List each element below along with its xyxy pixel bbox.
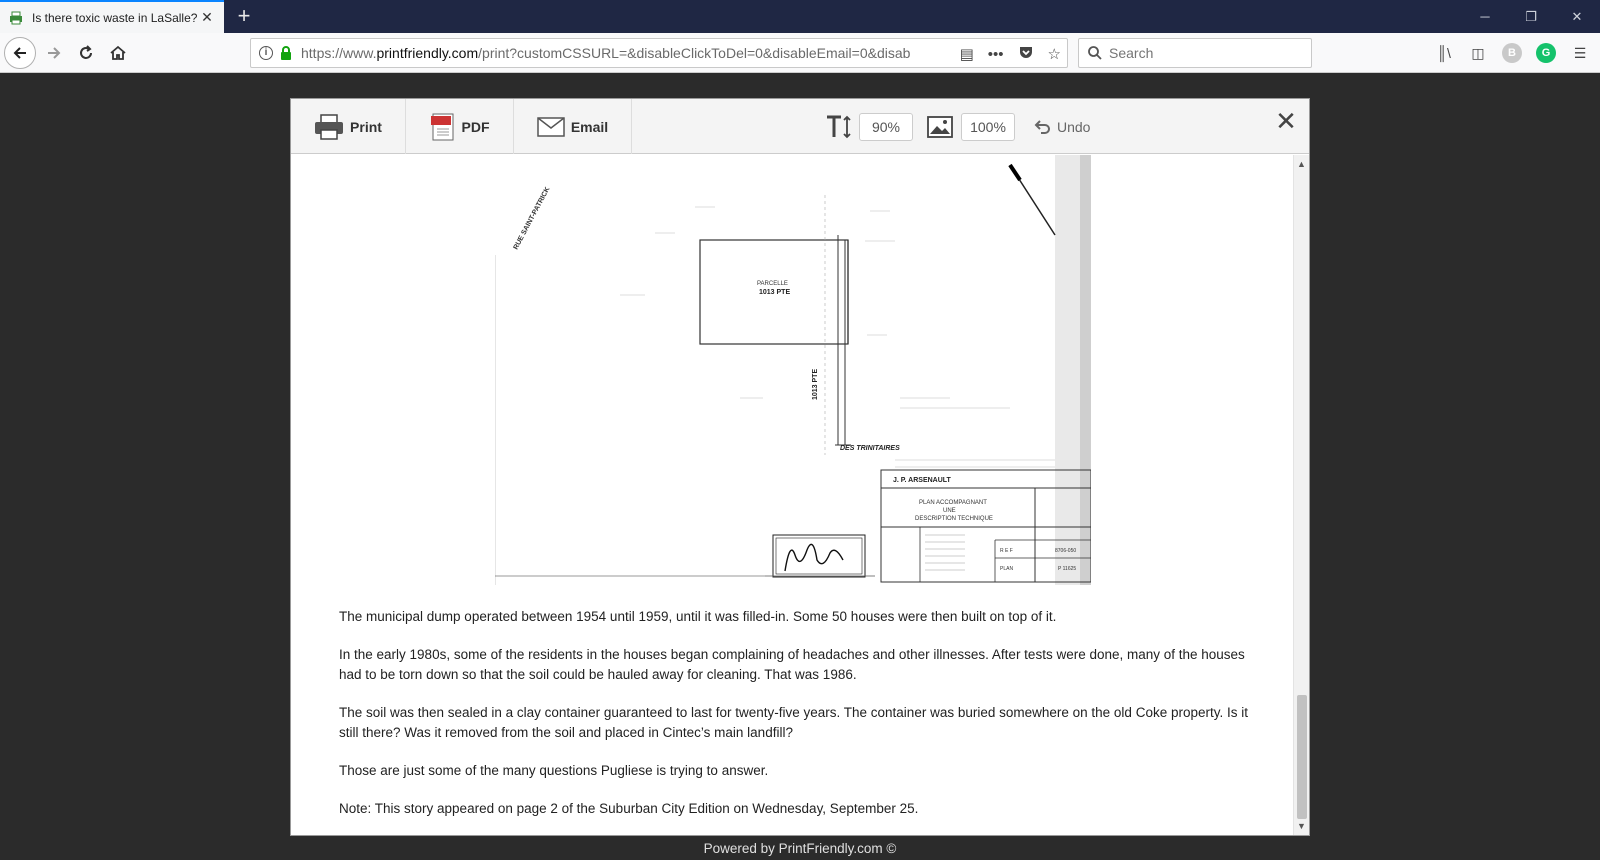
- paragraph: In the early 1980s, some of the resident…: [339, 647, 1245, 682]
- printer-icon: [315, 113, 344, 140]
- restore-icon[interactable]: ❐: [1508, 0, 1554, 33]
- back-arrow-icon: [13, 47, 26, 59]
- back-button[interactable]: [4, 37, 36, 69]
- parcel-f-lot: 1013 PTE: [812, 369, 819, 400]
- undo-icon: [1034, 120, 1050, 134]
- scroll-up-icon[interactable]: ▲: [1294, 157, 1309, 171]
- bookmark-star-icon[interactable]: ☆: [1048, 45, 1061, 63]
- plan-title-2: UNE: [943, 508, 956, 514]
- sidebar-icon[interactable]: ◫: [1468, 43, 1488, 63]
- article-body: The municipal dump operated between 1954…: [339, 607, 1249, 835]
- print-label: Print: [350, 118, 382, 135]
- library-icon[interactable]: ║\: [1434, 43, 1454, 63]
- tab-title: Is there toxic waste in LaSalle?: [32, 10, 198, 25]
- search-icon: [1088, 46, 1102, 60]
- minimize-icon[interactable]: ─: [1462, 0, 1508, 33]
- content-scrollbar[interactable]: ▲ ▼: [1293, 155, 1309, 835]
- parcel-lot: 1013 PTE: [759, 289, 790, 296]
- email-button[interactable]: Email: [514, 99, 632, 154]
- surveyor-name: J. P. ARSENAULT: [893, 477, 952, 484]
- url-text: https://www.printfriendly.com/print?cust…: [301, 45, 911, 61]
- page-actions-icon[interactable]: •••: [988, 46, 1004, 63]
- plan-title-1: PLAN ACCOMPAGNANT: [919, 500, 987, 506]
- printer-favicon-icon: [8, 10, 24, 26]
- envelope-icon: [537, 116, 565, 137]
- ref-value: 8706-050: [1055, 548, 1076, 554]
- pdf-label: PDF: [461, 118, 490, 135]
- extension-b-icon[interactable]: B: [1502, 43, 1522, 63]
- reload-icon: [80, 45, 92, 59]
- paragraph: Note: This story appeared on page 2 of t…: [339, 801, 919, 816]
- survey-plan-image: PARCELLE 1013 PTE 1013 PTE RUE SAINT-PAT…: [494, 155, 1092, 585]
- parcel-name: PARCELLE: [757, 281, 788, 287]
- pdf-button[interactable]: PDF: [406, 99, 514, 154]
- print-toolbar: Print PDF Email 90% 100% Undo ✕: [291, 99, 1309, 154]
- tab-strip: Is there toxic waste in LaSalle? ✕ + ─ ❐…: [0, 0, 1600, 33]
- new-tab-button[interactable]: +: [232, 4, 256, 28]
- forward-button[interactable]: [38, 37, 70, 69]
- paragraph: The municipal dump operated between 1954…: [339, 609, 1057, 624]
- pocket-icon[interactable]: [1018, 44, 1034, 64]
- url-bar-actions: ▤ ••• ☆: [960, 43, 1061, 65]
- print-button[interactable]: Print: [291, 99, 406, 154]
- toolbar-icons: ║\ ◫ B G ☰: [1434, 41, 1590, 65]
- ref-label: R E F: [1000, 548, 1013, 554]
- plan-label: PLAN: [1000, 566, 1013, 572]
- print-preview-dialog: Print PDF Email 90% 100% Undo ✕ PARCELLE…: [290, 98, 1310, 836]
- search-box[interactable]: [1078, 38, 1312, 68]
- home-button[interactable]: [102, 37, 134, 69]
- powered-by-footer[interactable]: Powered by PrintFriendly.com ©: [0, 841, 1600, 856]
- lock-icon: [281, 46, 291, 60]
- tab-close-icon[interactable]: ✕: [198, 9, 216, 26]
- undo-button[interactable]: Undo: [1033, 113, 1090, 141]
- image-size-value[interactable]: 100%: [961, 113, 1015, 141]
- paragraph: The soil was then sealed in a clay conta…: [339, 705, 1248, 740]
- menu-icon[interactable]: ☰: [1570, 43, 1590, 63]
- scroll-down-icon[interactable]: ▼: [1294, 819, 1309, 833]
- plan-value: P 11625: [1058, 566, 1076, 572]
- pdf-icon: [430, 113, 453, 140]
- scroll-thumb[interactable]: [1297, 695, 1307, 819]
- boulevard-label: DES TRINITAIRES: [840, 445, 900, 452]
- image-size-icon[interactable]: [927, 116, 953, 138]
- forward-arrow-icon: [48, 47, 61, 59]
- reload-button[interactable]: [70, 37, 102, 69]
- grammarly-icon[interactable]: G: [1536, 43, 1556, 63]
- window-close-icon[interactable]: ✕: [1554, 0, 1600, 33]
- print-preview-content: PARCELLE 1013 PTE 1013 PTE RUE SAINT-PAT…: [291, 155, 1293, 835]
- undo-label: Undo: [1057, 119, 1091, 135]
- reader-view-icon[interactable]: ▤: [960, 45, 974, 63]
- close-dialog-icon[interactable]: ✕: [1273, 108, 1299, 135]
- address-bar[interactable]: i https://www.printfriendly.com/print?cu…: [250, 38, 1068, 68]
- text-size-icon[interactable]: [825, 114, 853, 140]
- text-size-control: 90%: [825, 113, 913, 141]
- home-icon: [110, 45, 126, 60]
- email-label: Email: [570, 118, 609, 135]
- plan-title-3: DESCRIPTION TECHNIQUE: [915, 516, 993, 522]
- search-input[interactable]: [1109, 45, 1299, 61]
- text-size-value[interactable]: 90%: [859, 113, 913, 141]
- paragraph: Those are just some of the many question…: [339, 763, 769, 778]
- site-info-icon[interactable]: i: [259, 46, 273, 60]
- image-size-control: 100%: [927, 113, 1015, 141]
- navigation-toolbar: i https://www.printfriendly.com/print?cu…: [0, 33, 1600, 73]
- tab-active[interactable]: Is there toxic waste in LaSalle? ✕: [0, 0, 224, 33]
